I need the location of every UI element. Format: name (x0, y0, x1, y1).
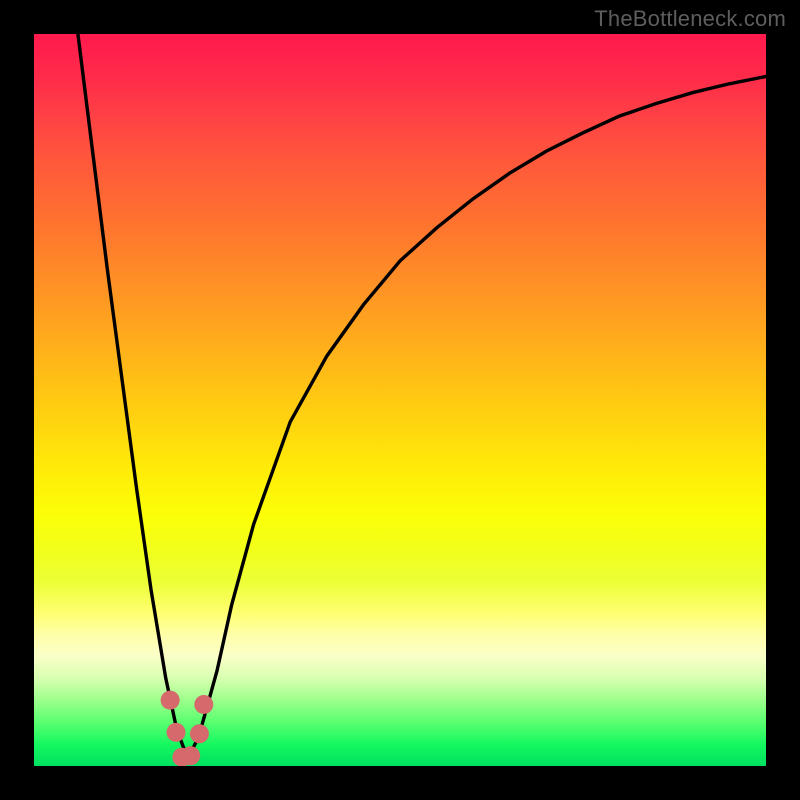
trough-markers (161, 691, 214, 766)
trough-right-marker (181, 746, 200, 765)
right-lower-marker (190, 724, 209, 743)
curve-svg (34, 34, 766, 766)
right-ascend-marker (194, 695, 213, 714)
plot-area (34, 34, 766, 766)
left-ascend-marker (161, 691, 180, 710)
watermark-text: TheBottleneck.com (594, 6, 786, 32)
left-lower-marker (167, 723, 186, 742)
bottleneck-curve (78, 34, 766, 759)
chart-frame: TheBottleneck.com (0, 0, 800, 800)
